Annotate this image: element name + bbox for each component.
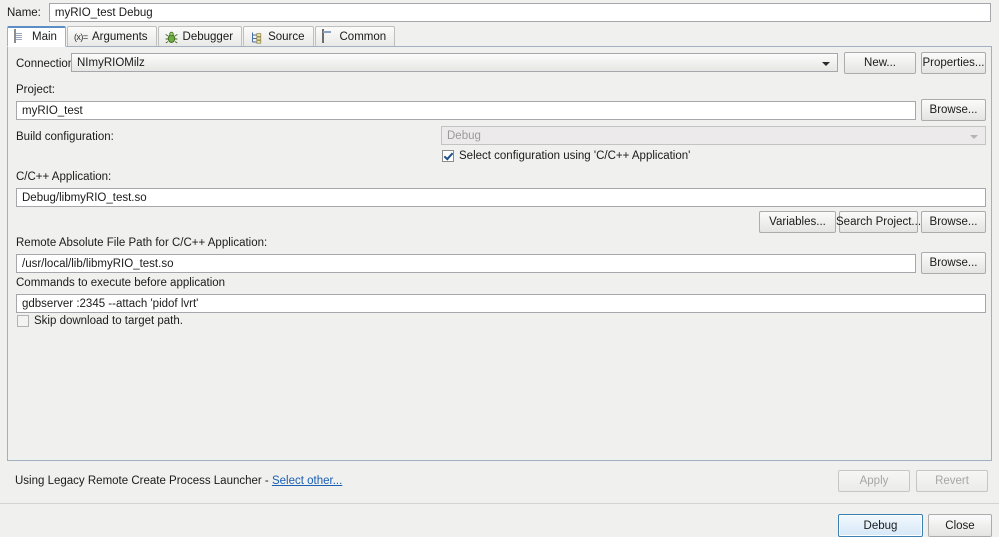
configuration-name-input[interactable]: myRIO_test Debug — [48, 3, 991, 22]
build-configuration-value: Debug — [447, 129, 481, 142]
new-connection-button[interactable]: New... — [844, 52, 916, 74]
build-configuration-label: Build configuration: — [16, 131, 114, 143]
variables-button[interactable]: Variables... — [759, 211, 836, 233]
tab-main[interactable]: Main — [7, 26, 66, 47]
skip-download-checkbox[interactable] — [17, 315, 29, 327]
document-icon — [14, 29, 28, 44]
project-input[interactable]: myRIO_test — [16, 101, 916, 120]
window-icon — [321, 28, 336, 44]
tab-source[interactable]: Source — [243, 26, 314, 46]
debug-configuration-dialog: Name: myRIO_test Debug Main (x)= Argumen… — [0, 0, 999, 537]
cpp-application-label: C/C++ Application: — [16, 171, 112, 183]
connection-combo-value: NImyRIOMilz — [77, 56, 145, 69]
tab-folder: Main (x)= Arguments Debugger Source Comm… — [7, 25, 992, 461]
select-configuration-checkbox[interactable] — [442, 150, 454, 162]
name-row: Name: myRIO_test Debug — [0, 0, 999, 25]
commands-input[interactable]: gdbserver :2345 --attach 'pidof lvrt' — [16, 294, 986, 313]
tab-bar: Main (x)= Arguments Debugger Source Comm… — [7, 25, 992, 47]
tab-debugger-label: Debugger — [182, 30, 234, 43]
build-configuration-combo[interactable]: Debug — [441, 126, 986, 145]
connection-combo[interactable]: NImyRIOMilz — [71, 53, 838, 72]
tab-debugger[interactable]: Debugger — [157, 26, 243, 46]
launcher-status-label: Using Legacy Remote Create Process Launc… — [15, 475, 272, 487]
remote-path-input[interactable]: /usr/local/lib/libmyRIO_test.so — [16, 254, 916, 273]
skip-download-label: Skip download to target path. — [34, 315, 183, 327]
cpp-application-input[interactable]: Debug/libmyRIO_test.so — [16, 188, 986, 207]
source-tree-icon — [250, 30, 264, 44]
bug-icon — [164, 30, 179, 44]
debug-button[interactable]: Debug — [838, 514, 923, 537]
project-label: Project: — [16, 84, 55, 96]
chevron-down-icon — [822, 62, 830, 66]
tab-arguments[interactable]: (x)= Arguments — [66, 26, 157, 46]
select-other-launcher-link[interactable]: Select other... — [272, 475, 342, 487]
chevron-down-icon — [970, 135, 978, 139]
footer-bar: Debug Close — [0, 504, 999, 537]
remote-path-browse-button[interactable]: Browse... — [921, 252, 986, 274]
launcher-status-text: Using Legacy Remote Create Process Launc… — [15, 475, 342, 487]
revert-button[interactable]: Revert — [916, 470, 988, 492]
cpp-application-browse-button[interactable]: Browse... — [921, 211, 986, 233]
project-browse-button[interactable]: Browse... — [921, 99, 986, 121]
apply-button[interactable]: Apply — [838, 470, 910, 492]
connection-properties-button[interactable]: Properties... — [921, 52, 986, 74]
tab-source-label: Source — [268, 30, 305, 43]
connection-label: Connection: — [16, 58, 78, 70]
select-configuration-label: Select configuration using 'C/C++ Applic… — [459, 150, 691, 162]
remote-path-label: Remote Absolute File Path for C/C++ Appl… — [16, 237, 268, 249]
tab-main-label: Main — [32, 31, 57, 43]
main-tab-panel: Connection: NImyRIOMilz New... Propertie… — [7, 47, 992, 461]
commands-label: Commands to execute before application — [16, 277, 226, 289]
close-button[interactable]: Close — [928, 514, 992, 537]
tab-arguments-label: Arguments — [91, 30, 148, 43]
select-configuration-checkbox-row[interactable]: Select configuration using 'C/C++ Applic… — [442, 150, 690, 162]
skip-download-checkbox-row[interactable]: Skip download to target path. — [17, 315, 183, 327]
tab-common[interactable]: Common — [314, 26, 396, 46]
search-project-button[interactable]: Search Project... — [836, 211, 921, 233]
tab-common-label: Common — [339, 30, 387, 43]
name-label: Name: — [7, 6, 41, 19]
arguments-icon: (x)= — [73, 31, 88, 42]
